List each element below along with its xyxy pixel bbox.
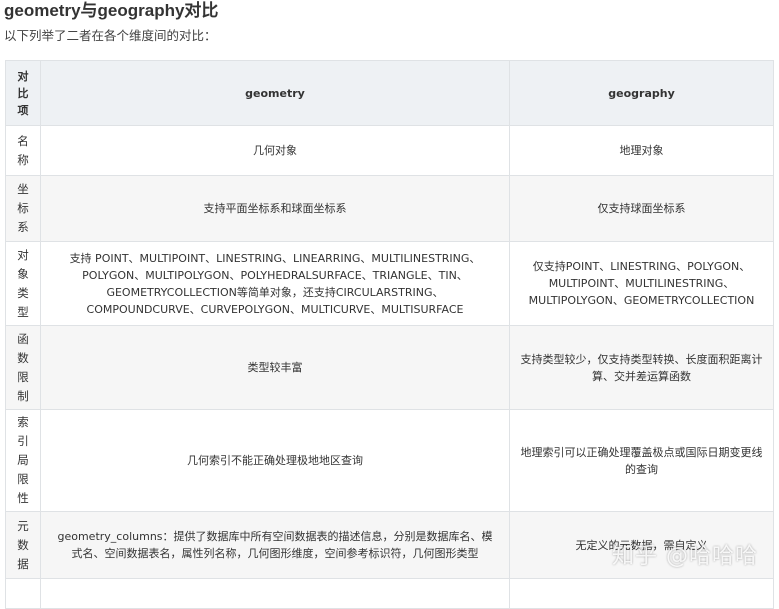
cell-geography: 支持类型较少，仅支持类型转换、长度面积距离计算、交并差运算函数 bbox=[509, 325, 774, 410]
row-item: 名称 bbox=[5, 125, 41, 176]
cell-geometry: 类型较丰富 bbox=[40, 325, 510, 410]
row-item bbox=[5, 578, 41, 609]
row-item-label: 函数限制 bbox=[17, 331, 29, 403]
row-item-label: 名称 bbox=[17, 133, 29, 167]
section-title: geometry与geography对比 bbox=[4, 1, 219, 20]
header-geography: geography bbox=[509, 60, 774, 126]
intro-text: 以下列举了二者在各个维度间的对比： bbox=[4, 28, 217, 43]
cell-geometry: 支持 POINT、MULTIPOINT、LINESTRING、LINEARRIN… bbox=[40, 241, 510, 326]
cell-geography: 地理对象 bbox=[509, 125, 774, 176]
table-row: 函数限制 类型较丰富 支持类型较少，仅支持类型转换、长度面积距离计算、交并差运算… bbox=[5, 325, 774, 410]
cell-geography: 仅支持球面坐标系 bbox=[509, 175, 774, 242]
table-header: 对比项 geometry geography bbox=[5, 60, 774, 126]
row-item-label: 元数据 bbox=[17, 518, 29, 571]
row-item: 函数限制 bbox=[5, 325, 41, 410]
cell-geometry: 几何索引不能正确处理极地地区查询 bbox=[40, 409, 510, 512]
row-item-label: 坐标系 bbox=[17, 182, 29, 234]
table-row bbox=[5, 578, 774, 609]
cell-geometry: 支持平面坐标系和球面坐标系 bbox=[40, 175, 510, 242]
header-geometry: geometry bbox=[40, 60, 510, 126]
row-item: 元数据 bbox=[5, 511, 41, 579]
header-item: 对比项 bbox=[5, 60, 41, 126]
row-item: 索引局限性 bbox=[5, 409, 41, 512]
table-row: 对象类型 支持 POINT、MULTIPOINT、LINESTRING、LINE… bbox=[5, 241, 774, 326]
cell-geometry bbox=[40, 578, 510, 609]
table-row: 坐标系 支持平面坐标系和球面坐标系 仅支持球面坐标系 bbox=[5, 175, 774, 242]
cell-geography: 地理索引可以正确处理覆盖极点或国际日期变更线的查询 bbox=[509, 409, 774, 512]
row-item: 对象类型 bbox=[5, 241, 41, 326]
row-item-label: 对象类型 bbox=[17, 247, 29, 319]
watermark: 知乎 @哈哈哈 bbox=[612, 544, 758, 569]
cell-geography: 仅支持POINT、LINESTRING、POLYGON、MULTIPOINT、M… bbox=[509, 241, 774, 326]
cell-geography bbox=[509, 578, 774, 609]
comparison-table: 对比项 geometry geography 名称 几何对象 地理对象 坐标系 … bbox=[5, 60, 774, 609]
header-item-label: 对比项 bbox=[17, 69, 29, 117]
cell-geometry: geometry_columns：提供了数据库中所有空间数据表的描述信息，分别是… bbox=[40, 511, 510, 579]
row-item-label: 索引局限性 bbox=[17, 415, 29, 505]
cell-geometry: 几何对象 bbox=[40, 125, 510, 176]
table-row: 索引局限性 几何索引不能正确处理极地地区查询 地理索引可以正确处理覆盖极点或国际… bbox=[5, 409, 774, 512]
row-item: 坐标系 bbox=[5, 175, 41, 242]
table-row: 名称 几何对象 地理对象 bbox=[5, 125, 774, 176]
